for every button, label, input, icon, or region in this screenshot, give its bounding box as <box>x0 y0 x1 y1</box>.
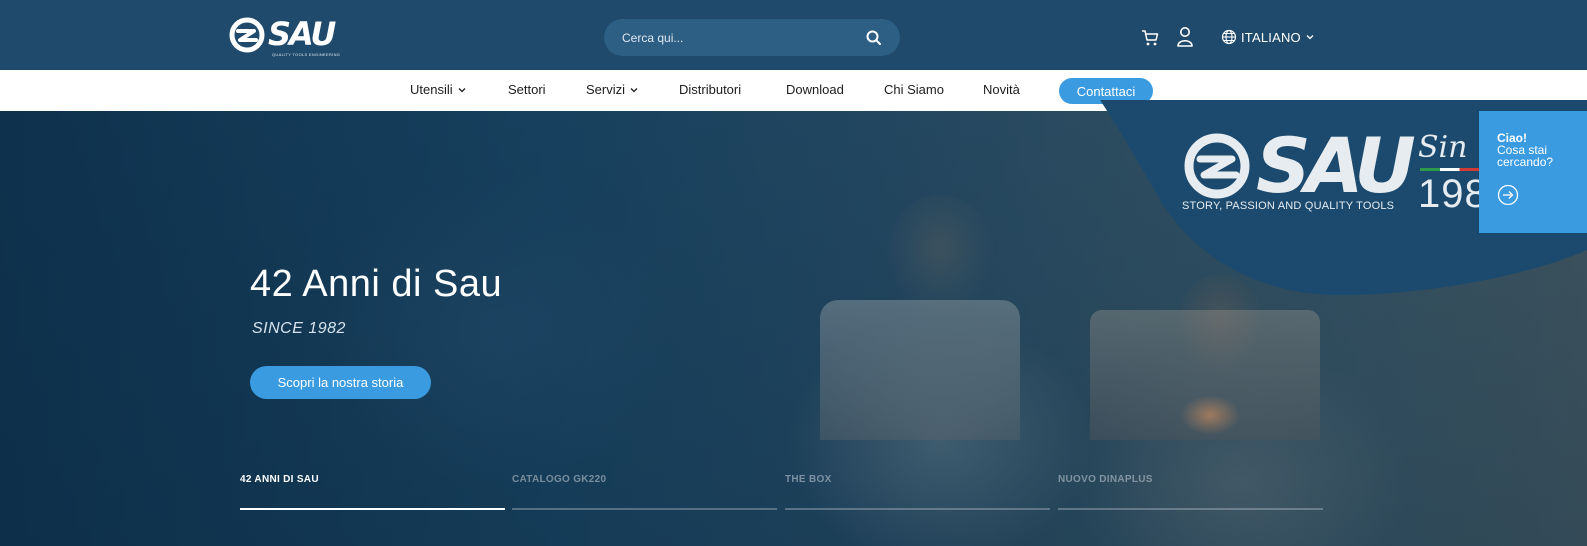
chevron-down-icon <box>630 87 638 92</box>
badge-tagline: STORY, PASSION AND QUALITY TOOLS <box>1182 200 1395 212</box>
nav-item-chi-siamo[interactable]: Chi Siamo <box>884 82 944 97</box>
hero-photo-machine <box>820 300 1020 440</box>
nav-item-utensili[interactable]: Utensili <box>410 82 467 97</box>
nav-item-label: Chi Siamo <box>884 82 944 97</box>
nav-item-download[interactable]: Download <box>786 82 844 97</box>
search-icon[interactable] <box>864 28 884 48</box>
logo-tagline: QUALITY TOOLS ENGINEERING <box>272 52 341 57</box>
logo-text: SAU <box>268 15 336 53</box>
nav-item-servizi[interactable]: Servizi <box>586 82 639 97</box>
slide-progress-line <box>1058 508 1323 510</box>
nav-item-label: Download <box>786 82 844 97</box>
badge-year: 198 <box>1418 172 1488 216</box>
slide-progress-line <box>785 508 1050 510</box>
slide-progress-line <box>512 508 777 510</box>
cart-icon[interactable] <box>1140 28 1160 48</box>
slide-progress-line <box>240 508 505 510</box>
site-logo[interactable]: SAU QUALITY TOOLS ENGINEERING <box>228 16 348 58</box>
language-label: ITALIANO <box>1241 29 1301 45</box>
nav-item-label: Novità <box>983 82 1020 97</box>
slide-tab-dinaplus[interactable]: NUOVO DINAPLUS <box>1058 474 1153 485</box>
badge-logo: SAU <box>1182 121 1416 210</box>
globe-icon <box>1221 29 1237 45</box>
hero-title: 42 Anni di Sau <box>250 263 503 305</box>
nav-item-label: Utensili <box>410 82 453 97</box>
search-bar <box>604 19 900 56</box>
badge-emblem-icon <box>1184 133 1250 199</box>
nav-item-distributori[interactable]: Distributori <box>679 82 741 97</box>
language-selector[interactable]: ITALIANO <box>1221 26 1315 48</box>
help-widget[interactable]: Ciao! Cosa stai cercando? <box>1479 111 1587 233</box>
help-text: Cosa stai cercando? <box>1497 143 1554 169</box>
slide-tab-catalogo[interactable]: CATALOGO GK220 <box>512 474 606 485</box>
badge-since-script: Sin <box>1418 130 1468 165</box>
badge-logo-text: SAU <box>1256 121 1416 210</box>
slide-tab-42-anni[interactable]: 42 ANNI DI SAU <box>240 474 319 485</box>
hero-subtitle: SINCE 1982 <box>252 320 346 337</box>
nav-item-label: Servizi <box>586 82 626 97</box>
nav-item-label: Settori <box>508 82 546 97</box>
discover-story-button[interactable]: Scopri la nostra storia <box>250 366 431 399</box>
nav-item-label: Distributori <box>679 82 742 97</box>
slide-tab-the-box[interactable]: THE BOX <box>785 474 832 485</box>
hero-photo-worker <box>885 195 995 315</box>
chevron-down-icon <box>458 87 466 92</box>
badge-flag-rule <box>1420 168 1480 171</box>
nav-item-settori[interactable]: Settori <box>508 82 546 97</box>
hero-photo-spark <box>1180 395 1240 435</box>
logo-emblem-icon <box>229 17 265 53</box>
search-input[interactable] <box>622 19 862 56</box>
chevron-down-icon <box>1306 35 1314 40</box>
nav-item-novita[interactable]: Novità <box>983 82 1020 97</box>
user-icon[interactable] <box>1176 26 1194 48</box>
arrow-right-circle-icon[interactable] <box>1497 184 1519 206</box>
